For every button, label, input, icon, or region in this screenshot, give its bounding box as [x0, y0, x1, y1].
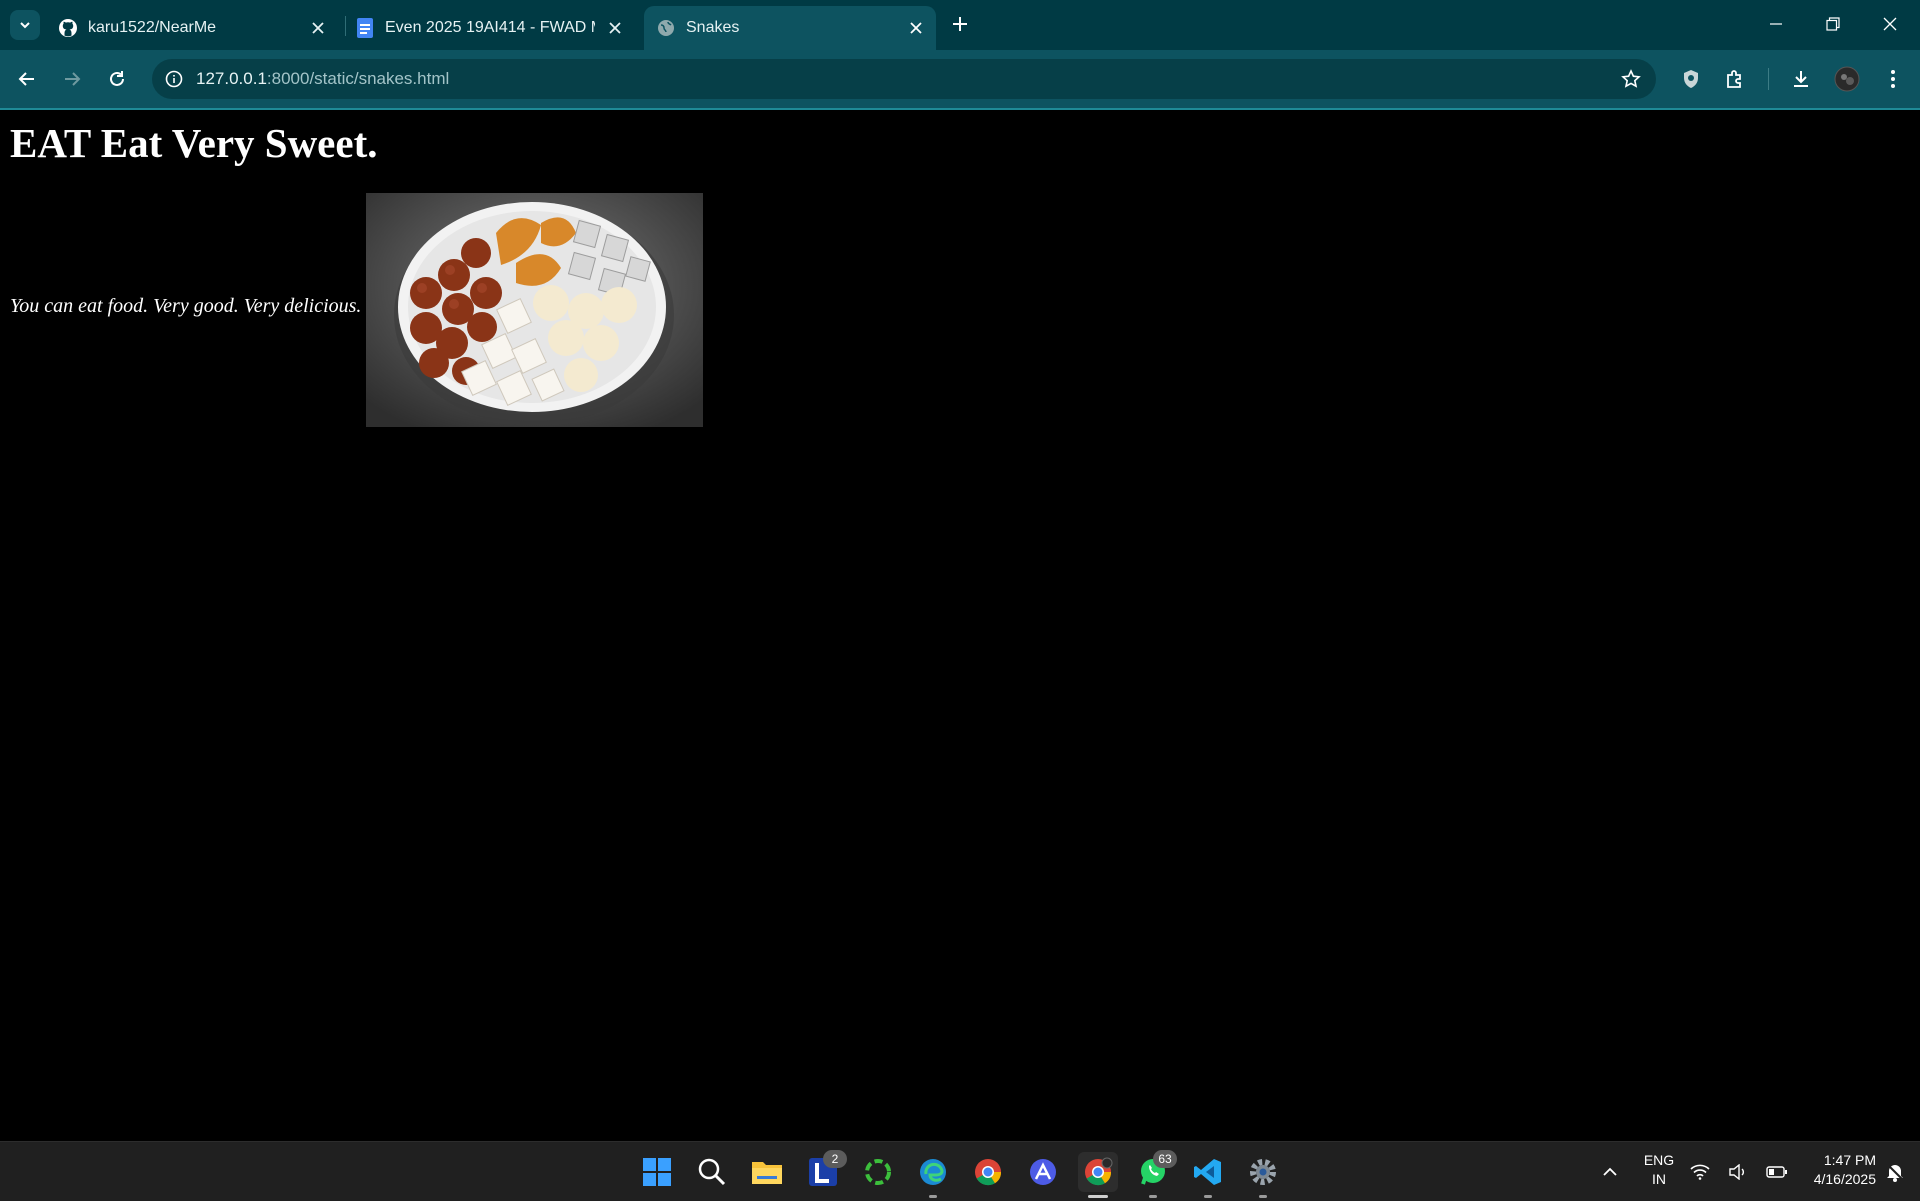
clock-time: 1:47 PM [1823, 1152, 1876, 1168]
restore-icon [1826, 17, 1840, 31]
menu-button[interactable] [1878, 64, 1908, 94]
chrome-profile-icon[interactable] [1078, 1152, 1118, 1198]
plus-icon [953, 17, 967, 31]
chrome-icon[interactable] [968, 1152, 1008, 1192]
forward-button[interactable] [57, 64, 87, 94]
minimize-icon [1770, 23, 1782, 25]
back-button[interactable] [12, 64, 42, 94]
chevron-up-icon [1603, 1167, 1617, 1176]
tab-snakes[interactable]: Snakes [644, 6, 936, 50]
more-vertical-icon [1891, 70, 1895, 88]
downloads-button[interactable] [1786, 64, 1816, 94]
url-host: 127.0.0.1 [196, 69, 267, 88]
search-icon[interactable] [692, 1152, 732, 1192]
running-indicator [1204, 1195, 1212, 1198]
windows-taskbar: 2 63 ENG IN 1:47 PM 4/16/2025 [0, 1141, 1920, 1201]
github-icon [58, 18, 78, 38]
back-arrow-icon [18, 72, 34, 86]
page-description: You can eat food. Very good. Very delici… [10, 295, 362, 317]
tab-separator [345, 16, 346, 36]
edge-icon[interactable] [913, 1152, 953, 1198]
avatar [1834, 66, 1860, 92]
running-indicator [1259, 1195, 1267, 1198]
vscode-icon[interactable] [1188, 1152, 1228, 1198]
chevron-down-icon [20, 22, 30, 29]
tab-search-button[interactable] [10, 10, 40, 40]
show-hidden-icons-button[interactable] [1590, 1152, 1630, 1192]
close-window-button[interactable] [1870, 8, 1910, 40]
notification-badge: 2 [823, 1150, 847, 1168]
toolbar-separator [1768, 68, 1769, 90]
tab-nearme[interactable]: karu1522/NearMe [58, 6, 338, 50]
sweets-plate-image [366, 193, 703, 427]
minimize-button[interactable] [1756, 8, 1796, 40]
battery-icon [1766, 1166, 1787, 1178]
reload-button[interactable] [102, 64, 132, 94]
running-indicator [1088, 1195, 1108, 1198]
whatsapp-icon[interactable]: 63 [1133, 1150, 1177, 1198]
extensions-button[interactable] [1720, 64, 1750, 94]
globe-icon [656, 18, 676, 38]
shield-icon [1684, 70, 1698, 88]
loader-app-icon[interactable] [858, 1152, 898, 1192]
site-info-icon[interactable] [162, 67, 186, 91]
system-clock[interactable]: 1:47 PM 4/16/2025 [1786, 1151, 1876, 1189]
region-code: IN [1652, 1171, 1666, 1187]
forward-arrow-icon [65, 72, 81, 86]
tab-title: Even 2025 19AI414 - FWAD Ma [385, 19, 595, 36]
a-app-icon[interactable] [1023, 1152, 1063, 1192]
windows-start-icon[interactable] [637, 1152, 677, 1192]
restore-button[interactable] [1813, 8, 1853, 40]
bookmark-star-icon[interactable] [1620, 68, 1642, 90]
address-bar[interactable]: 127.0.0.1:8000/static/snakes.html [152, 59, 1656, 99]
quick-settings-button[interactable] [1684, 1152, 1794, 1192]
shield-extension-button[interactable] [1676, 64, 1706, 94]
url-text[interactable]: 127.0.0.1:8000/static/snakes.html [196, 69, 449, 89]
running-indicator [1149, 1195, 1157, 1198]
docs-icon [355, 18, 375, 38]
tab-strip: karu1522/NearMe Even 2025 19AI414 - FWAD… [0, 0, 1920, 50]
volume-icon [1729, 1164, 1744, 1180]
profile-button[interactable] [1832, 64, 1862, 94]
clock-date: 4/16/2025 [1813, 1171, 1876, 1187]
download-icon [1794, 71, 1808, 87]
notification-bell-icon[interactable] [1880, 1152, 1910, 1192]
notification-badge: 63 [1153, 1150, 1177, 1168]
tab-title: Snakes [686, 19, 740, 36]
new-tab-button[interactable] [948, 12, 972, 36]
close-tab-icon[interactable] [308, 18, 328, 38]
close-tab-icon[interactable] [906, 18, 926, 38]
close-tab-icon[interactable] [605, 18, 625, 38]
browser-toolbar: 127.0.0.1:8000/static/snakes.html [0, 50, 1920, 110]
l-app-icon[interactable]: 2 [803, 1150, 847, 1192]
running-indicator [929, 1195, 937, 1198]
page-heading: EAT Eat Very Sweet. [10, 120, 378, 166]
puzzle-icon [1727, 70, 1741, 88]
url-path: :8000/static/snakes.html [266, 69, 450, 88]
close-icon [1883, 17, 1897, 31]
language-code: ENG [1643, 1152, 1675, 1168]
file-explorer-icon[interactable] [747, 1152, 787, 1192]
tab-title: karu1522/NearMe [88, 19, 217, 36]
wifi-icon [1690, 1164, 1710, 1180]
web-page: EAT Eat Very Sweet. You can eat food. Ve… [0, 110, 1920, 1140]
tab-fwad[interactable]: Even 2025 19AI414 - FWAD Ma [355, 6, 635, 50]
settings-icon[interactable] [1243, 1152, 1283, 1198]
language-indicator[interactable]: ENG IN [1640, 1151, 1678, 1189]
reload-icon [110, 71, 124, 86]
